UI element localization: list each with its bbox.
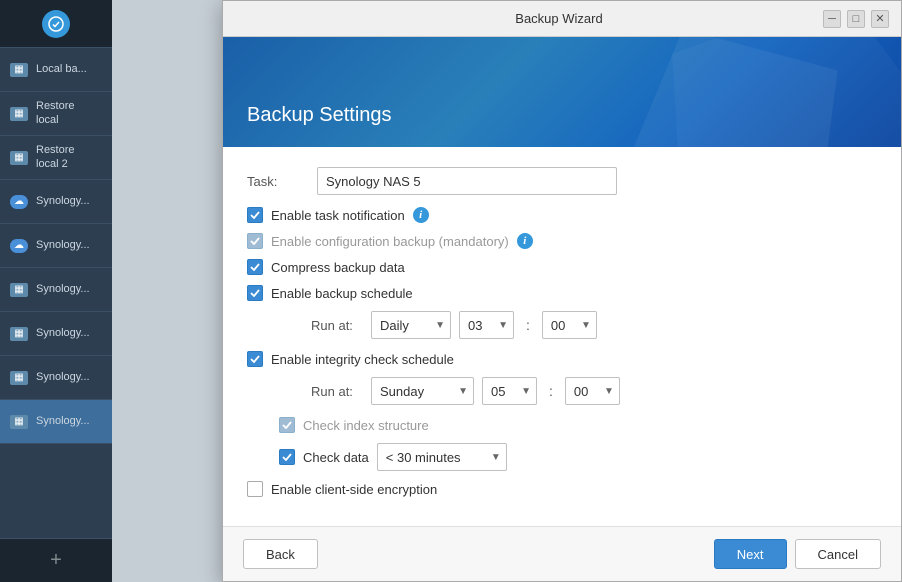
backup-frequency-select[interactable]: Daily Weekly Monthly [371,311,451,339]
hdd-icon: ▦ [10,283,28,297]
sidebar-item-label: Synology... [36,371,90,384]
cancel-button[interactable]: Cancel [795,539,881,569]
cloud-icon: ☁ [10,239,28,253]
check-data-duration-wrapper: < 30 minutes < 1 hour < 2 hours < 4 hour… [377,443,507,471]
compress-backup-checkbox[interactable] [247,259,263,275]
task-row: Task: [247,167,877,195]
integrity-minute-wrapper: 00 15 30 45 ▼ [565,377,620,405]
compress-backup-row: Compress backup data [247,259,877,275]
backup-frequency-wrapper: Daily Weekly Monthly ▼ [371,311,451,339]
sidebar-item-label: Synology... [36,195,90,208]
sidebar-item-restore-1[interactable]: ▦ Restorelocal [0,92,112,136]
enable-task-notification-row: Enable task notification i [247,207,877,223]
sidebar: ▦ Local ba... ▦ Restorelocal ▦ Restorelo… [0,0,112,582]
enable-task-notification-label: Enable task notification [271,208,405,223]
hdd-icon: ▦ [10,371,28,385]
compress-backup-label: Compress backup data [271,260,405,275]
backup-minute-select[interactable]: 00 15 30 45 [542,311,597,339]
footer-right-buttons: Next Cancel [714,539,881,569]
enable-client-encryption-label: Enable client-side encryption [271,482,437,497]
backup-schedule-run-at-row: Run at: Daily Weekly Monthly ▼ 03 ▼ : [247,311,877,339]
sidebar-header [0,0,112,48]
check-index-structure-label: Check index structure [303,418,429,433]
dialog-titlebar: Backup Wizard ─ □ ✕ [223,1,901,37]
hdd-icon: ▦ [10,151,28,165]
sidebar-item-label: Restorelocal [36,100,75,126]
enable-config-backup-label: Enable configuration backup (mandatory) [271,234,509,249]
minimize-button[interactable]: ─ [823,10,841,28]
sidebar-item-label: Synology... [36,327,90,340]
check-index-structure-row: Check index structure [247,417,877,433]
check-data-checkbox[interactable] [279,449,295,465]
check-data-label: Check data [303,450,369,465]
maximize-button[interactable]: □ [847,10,865,28]
sidebar-item-label: Restorelocal 2 [36,144,75,170]
enable-backup-schedule-label: Enable backup schedule [271,286,413,301]
dialog-controls: ─ □ ✕ [823,10,889,28]
check-data-row: Check data < 30 minutes < 1 hour < 2 hou… [247,443,877,471]
check-data-duration-select[interactable]: < 30 minutes < 1 hour < 2 hours < 4 hour… [377,443,507,471]
sidebar-item-synology-1[interactable]: ☁ Synology... [0,180,112,224]
main-area: scheduled ... Backup Wizard ─ □ ✕ Backup… [112,0,902,582]
integrity-schedule-run-at-row: Run at: Sunday Monday Tuesday Wednesday … [247,377,877,405]
enable-task-notification-checkbox[interactable] [247,207,263,223]
backup-hour-select[interactable]: 03 [459,311,514,339]
sidebar-item-label: Local ba... [36,63,87,76]
integrity-run-at-label: Run at: [311,384,359,399]
enable-backup-schedule-checkbox[interactable] [247,285,263,301]
enable-backup-schedule-row: Enable backup schedule [247,285,877,301]
integrity-minute-select[interactable]: 00 15 30 45 [565,377,620,405]
dialog-title: Backup Wizard [295,11,823,26]
task-input[interactable] [317,167,617,195]
integrity-day-select[interactable]: Sunday Monday Tuesday Wednesday Thursday… [371,377,474,405]
task-notification-info-icon[interactable]: i [413,207,429,223]
sidebar-item-restore-2[interactable]: ▦ Restorelocal 2 [0,136,112,180]
dialog-banner: Backup Settings [223,37,901,147]
cloud-icon: ☁ [10,195,28,209]
enable-config-backup-checkbox[interactable] [247,233,263,249]
sidebar-item-label: Synology... [36,415,90,428]
app-icon [42,10,70,38]
enable-client-encryption-row: Enable client-side encryption [247,481,877,497]
hdd-icon: ▦ [10,107,28,121]
sidebar-item-synology-6[interactable]: ▦ Synology... [0,400,112,444]
sidebar-item-label: Synology... [36,283,90,296]
dialog-content: Task: Enable task notification i Enable … [223,147,901,526]
enable-client-encryption-checkbox[interactable] [247,481,263,497]
backup-minute-wrapper: 00 15 30 45 ▼ [542,311,597,339]
backup-wizard-dialog: Backup Wizard ─ □ ✕ Backup Settings Task… [222,0,902,582]
sidebar-item-synology-4[interactable]: ▦ Synology... [0,312,112,356]
colon-sep-1: : [526,317,530,333]
close-button[interactable]: ✕ [871,10,889,28]
enable-integrity-check-row: Enable integrity check schedule [247,351,877,367]
enable-integrity-check-checkbox[interactable] [247,351,263,367]
hdd-icon: ▦ [10,63,28,77]
banner-title: Backup Settings [247,104,392,127]
dialog-footer: Back Next Cancel [223,526,901,581]
backup-run-at-label: Run at: [311,318,359,333]
sidebar-item-synology-2[interactable]: ☁ Synology... [0,224,112,268]
colon-sep-2: : [549,383,553,399]
config-backup-info-icon[interactable]: i [517,233,533,249]
task-label: Task: [247,174,307,189]
hdd-icon: ▦ [10,415,28,429]
sidebar-item-local-backup-1[interactable]: ▦ Local ba... [0,48,112,92]
integrity-hour-select[interactable]: 05 [482,377,537,405]
sidebar-item-synology-3[interactable]: ▦ Synology... [0,268,112,312]
add-item-button[interactable]: + [0,538,112,582]
integrity-hour-wrapper: 05 ▼ [482,377,537,405]
sidebar-item-synology-5[interactable]: ▦ Synology... [0,356,112,400]
integrity-day-wrapper: Sunday Monday Tuesday Wednesday Thursday… [371,377,474,405]
check-index-structure-checkbox[interactable] [279,417,295,433]
next-button[interactable]: Next [714,539,787,569]
enable-integrity-check-label: Enable integrity check schedule [271,352,454,367]
enable-config-backup-row: Enable configuration backup (mandatory) … [247,233,877,249]
sidebar-item-label: Synology... [36,239,90,252]
sidebar-items-list: ▦ Local ba... ▦ Restorelocal ▦ Restorelo… [0,48,112,538]
back-button[interactable]: Back [243,539,318,569]
backup-hour-wrapper: 03 ▼ [459,311,514,339]
hdd-icon: ▦ [10,327,28,341]
